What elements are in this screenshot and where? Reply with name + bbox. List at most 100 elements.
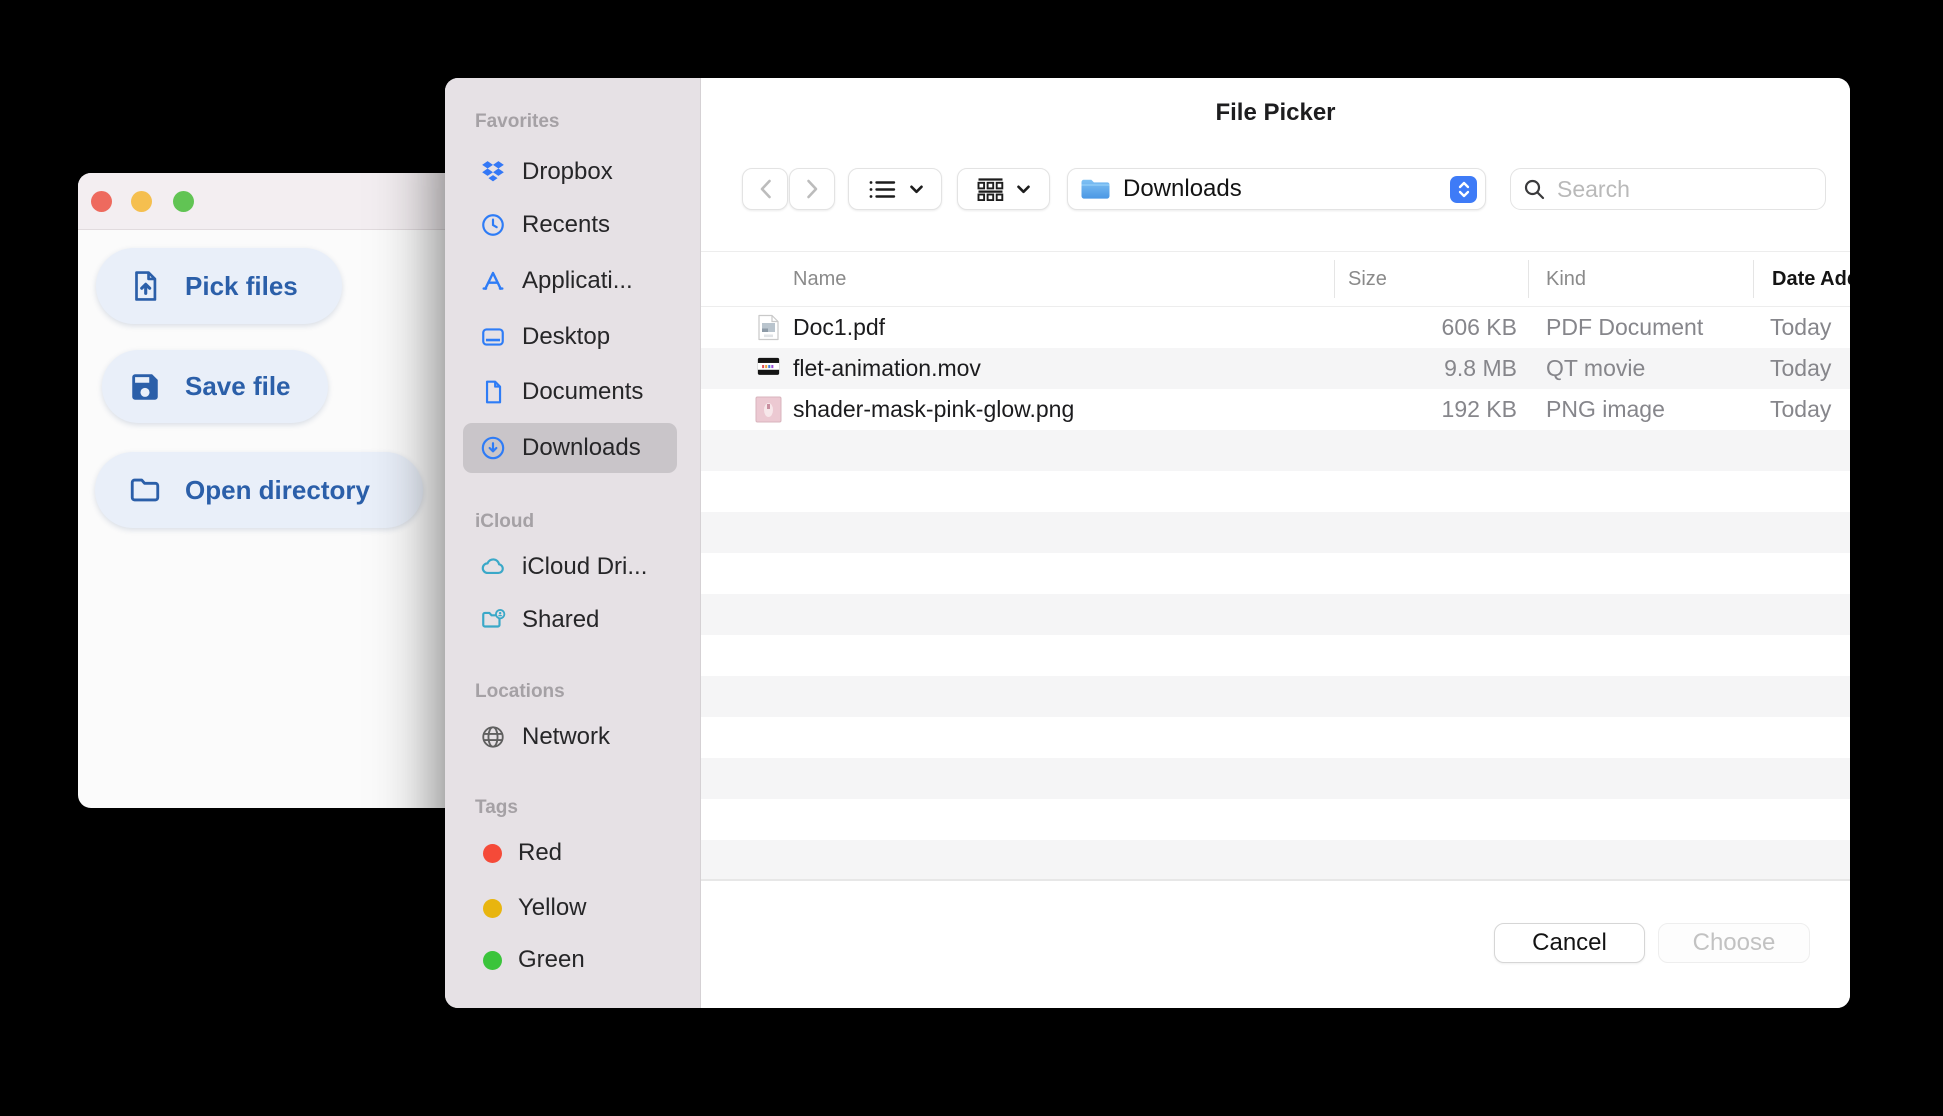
document-icon <box>485 380 502 404</box>
save-file-label: Save file <box>185 371 291 401</box>
close-window-button[interactable] <box>91 191 112 212</box>
app-store-icon <box>482 271 504 290</box>
table-header: Name Size Kind Date Added <box>701 251 1850 307</box>
desktop-icon <box>482 328 504 346</box>
sidebar-item-label: Yellow <box>518 894 587 921</box>
sidebar-item-label: Desktop <box>522 323 611 350</box>
search-icon <box>1524 179 1545 200</box>
file-size: 192 KB <box>1441 396 1517 422</box>
image-file-icon <box>755 396 782 423</box>
sidebar-item-label: Downloads <box>522 434 641 461</box>
file-list: Doc1.pdf 606 KB PDF Document Today flet-… <box>701 307 1850 881</box>
choose-button[interactable]: Choose <box>1658 923 1810 963</box>
view-mode-menu[interactable] <box>848 168 942 210</box>
sidebar-item-icloud-drive[interactable]: iCloud Dri... <box>463 542 677 592</box>
sidebar-item-label: Recents <box>522 211 611 238</box>
dropbox-icon <box>482 161 504 182</box>
sidebar-item-recents[interactable]: Recents <box>463 200 677 250</box>
column-separator <box>1753 260 1754 298</box>
current-folder-label: Downloads <box>1123 175 1242 202</box>
sidebar: Favorites Dropbox Recents Applicati... D… <box>445 78 701 1008</box>
column-separator <box>1528 260 1529 298</box>
sidebar-item-label: Network <box>522 723 611 750</box>
sidebar-item-label: Red <box>518 839 563 866</box>
file-kind: PDF Document <box>1546 314 1704 340</box>
red-tag-icon <box>483 843 502 863</box>
file-size: 9.8 MB <box>1444 355 1517 381</box>
sidebar-section-favorites: Favorites <box>475 111 560 132</box>
file-row-flet-animation-mov[interactable]: flet-animation.mov 9.8 MB QT movie Today <box>701 348 1850 389</box>
pdf-file-icon <box>758 314 779 341</box>
pick-files-button[interactable]: Pick files <box>96 248 342 324</box>
forward-button[interactable] <box>789 168 835 210</box>
clock-icon <box>482 214 504 236</box>
sidebar-item-desktop[interactable]: Desktop <box>463 312 677 362</box>
yellow-tag-icon <box>483 898 502 918</box>
chevron-left-icon <box>760 179 771 199</box>
file-date-added: Today <box>1770 396 1832 422</box>
app-window-titlebar <box>78 173 460 230</box>
folder-outline-icon <box>130 478 160 502</box>
search-input[interactable] <box>1510 168 1826 210</box>
sidebar-section-locations: Locations <box>475 681 565 702</box>
file-date-added: Today <box>1770 314 1832 340</box>
file-name: shader-mask-pink-glow.png <box>793 396 1075 422</box>
file-row-shader-mask-png[interactable]: shader-mask-pink-glow.png 192 KB PNG ima… <box>701 389 1850 430</box>
sidebar-item-tag-green[interactable]: Green <box>463 935 677 985</box>
file-name: Doc1.pdf <box>793 314 886 340</box>
sidebar-item-label: Shared <box>522 606 600 633</box>
upload-file-icon <box>135 271 157 301</box>
cancel-button[interactable]: Cancel <box>1494 923 1645 963</box>
sidebar-item-label: Green <box>518 946 585 973</box>
save-icon <box>132 373 158 400</box>
save-file-button[interactable]: Save file <box>102 350 328 423</box>
sidebar-item-applications[interactable]: Applicati... <box>463 256 677 306</box>
group-by-menu[interactable] <box>957 168 1050 210</box>
chevron-right-icon <box>806 179 817 199</box>
folder-stepper-icon <box>1450 175 1477 203</box>
sidebar-item-label: Applicati... <box>522 267 633 294</box>
file-kind: QT movie <box>1546 355 1646 381</box>
sidebar-item-tag-yellow[interactable]: Yellow <box>463 883 677 933</box>
sidebar-section-icloud: iCloud <box>475 511 535 532</box>
sidebar-item-dropbox[interactable]: Dropbox <box>463 147 677 197</box>
back-button[interactable] <box>742 168 788 210</box>
sidebar-item-shared[interactable]: Shared <box>463 595 677 645</box>
file-row-doc1-pdf[interactable]: Doc1.pdf 606 KB PDF Document Today <box>701 307 1850 348</box>
column-separator <box>1334 260 1335 298</box>
chevron-down-icon <box>1017 185 1030 193</box>
file-size: 606 KB <box>1441 314 1517 340</box>
file-picker-dialog: Favorites Dropbox Recents Applicati... D… <box>445 78 1850 1008</box>
sidebar-item-label: Documents <box>522 378 644 405</box>
downloads-circle-icon <box>481 436 505 460</box>
cloud-icon <box>481 558 504 575</box>
desktop-background: Pick files Save file Open directory Favo… <box>0 0 1943 1116</box>
sidebar-item-label: iCloud Dri... <box>522 553 648 580</box>
open-directory-button[interactable]: Open directory <box>95 452 423 528</box>
file-date-added: Today <box>1770 355 1832 381</box>
column-header-kind[interactable]: Kind <box>1546 252 1586 306</box>
globe-icon <box>482 726 504 748</box>
file-name: flet-animation.mov <box>793 355 981 381</box>
column-header-name[interactable]: Name <box>793 252 846 306</box>
dialog-title: File Picker <box>1215 99 1336 126</box>
column-header-size[interactable]: Size <box>1348 252 1387 306</box>
chevron-down-icon <box>909 185 923 193</box>
current-folder-menu[interactable]: Downloads <box>1067 168 1486 210</box>
pick-files-label: Pick files <box>185 270 298 301</box>
sidebar-item-downloads[interactable]: Downloads <box>463 423 677 473</box>
open-directory-label: Open directory <box>185 474 370 505</box>
zoom-window-button[interactable] <box>173 191 194 212</box>
sidebar-item-documents[interactable]: Documents <box>463 367 677 417</box>
sidebar-item-tag-red[interactable]: Red <box>463 828 677 878</box>
green-tag-icon <box>483 950 502 970</box>
sidebar-section-tags: Tags <box>475 797 518 818</box>
search-field <box>1510 168 1826 210</box>
minimize-window-button[interactable] <box>131 191 152 212</box>
list-view-icon <box>869 180 895 198</box>
movie-file-icon <box>757 357 780 375</box>
sidebar-item-network[interactable]: Network <box>463 712 677 762</box>
file-kind: PNG image <box>1546 396 1665 422</box>
column-header-date-added[interactable]: Date Added <box>1772 252 1850 306</box>
app-window: Pick files Save file Open directory <box>78 173 460 808</box>
